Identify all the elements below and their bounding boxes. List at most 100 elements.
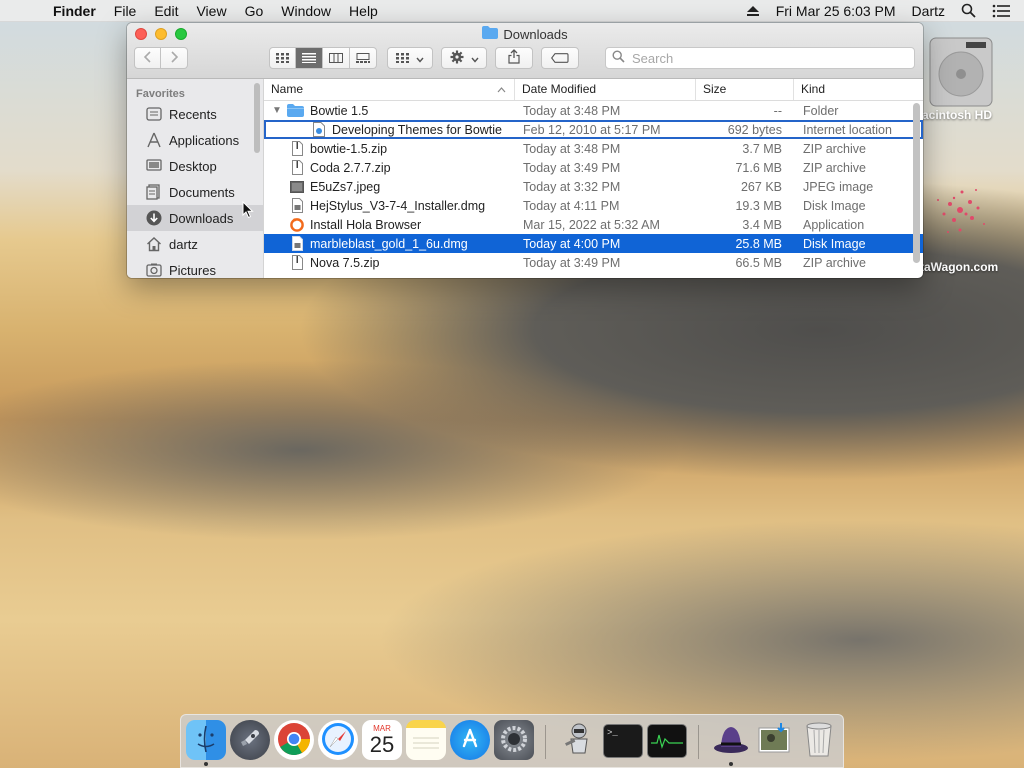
menu-window[interactable]: Window xyxy=(272,3,340,19)
notification-center-icon[interactable] xyxy=(984,4,1024,18)
group-by-button[interactable] xyxy=(387,47,433,69)
file-date: Today at 3:32 PM xyxy=(523,179,621,194)
dock-calendar[interactable]: MAR 25 xyxy=(362,720,402,760)
eject-icon[interactable] xyxy=(738,5,768,17)
desktop-image-item[interactable]: taWagon.com xyxy=(920,174,1024,274)
file-row-bowtie-zip[interactable]: bowtie-1.5.zip Today at 3:48 PM 3.7 MB Z… xyxy=(264,139,923,158)
tag-icon xyxy=(551,51,569,66)
dock-chrome[interactable] xyxy=(274,720,314,760)
dock-app-store[interactable] xyxy=(450,720,490,760)
robot-icon xyxy=(561,721,597,760)
file-kind: Folder xyxy=(803,103,839,118)
finder-window: Downloads Search Favorites Recents Appli… xyxy=(127,23,923,278)
column-size[interactable]: Size xyxy=(696,79,794,100)
dock-trash[interactable] xyxy=(799,720,839,760)
chevron-left-icon xyxy=(143,50,152,66)
sidebar-item-pictures[interactable]: Pictures xyxy=(127,257,263,278)
menu-view[interactable]: View xyxy=(187,3,235,19)
sidebar-item-label: Desktop xyxy=(169,158,217,174)
file-name: bowtie-1.5.zip xyxy=(310,141,388,156)
search-icon xyxy=(612,50,625,66)
file-row-nova-zip[interactable]: Nova 7.5.zip Today at 3:49 PM 66.5 MB ZI… xyxy=(264,253,923,272)
file-row-jpeg[interactable]: E5uZs7.jpeg Today at 3:32 PM 267 KB JPEG… xyxy=(264,177,923,196)
column-kind-label: Kind xyxy=(801,82,826,96)
column-view-button[interactable] xyxy=(323,47,350,69)
sidebar-scrollbar[interactable] xyxy=(254,83,260,153)
file-name: Developing Themes for Bowtie xyxy=(332,122,502,137)
dock-automator[interactable] xyxy=(559,720,599,760)
file-row-hola-browser[interactable]: Install Hola Browser Mar 15, 2022 at 5:3… xyxy=(264,215,923,234)
sidebar-item-dartz[interactable]: dartz xyxy=(127,231,263,257)
dock-activity-monitor[interactable] xyxy=(647,724,687,758)
image-file-icon xyxy=(290,179,304,195)
documents-icon xyxy=(145,183,163,201)
dock-launchpad[interactable] xyxy=(230,720,270,760)
gallery-view-button[interactable] xyxy=(350,47,377,69)
menu-user[interactable]: Dartz xyxy=(904,3,953,19)
hat-icon xyxy=(712,720,750,761)
sidebar-item-recents[interactable]: Recents xyxy=(127,101,263,127)
menu-app-name[interactable]: Finder xyxy=(44,3,105,19)
watermark-label: taWagon.com xyxy=(920,260,999,274)
file-row-marbleblast-dmg[interactable]: marbleblast_gold_1_6u.dmg Today at 4:00 … xyxy=(264,234,923,253)
dock-terminal[interactable]: >_ xyxy=(603,724,643,758)
column-name[interactable]: Name xyxy=(264,79,515,100)
file-date: Today at 3:48 PM xyxy=(523,141,621,156)
dock-finder[interactable] xyxy=(186,720,226,766)
forward-button[interactable] xyxy=(161,47,188,69)
internet-location-icon xyxy=(312,122,326,138)
file-date: Today at 3:48 PM xyxy=(523,103,621,118)
menu-edit[interactable]: Edit xyxy=(145,3,187,19)
icon-view-button[interactable] xyxy=(269,47,296,69)
dock-safari[interactable] xyxy=(318,720,358,760)
dock-preview[interactable] xyxy=(755,720,795,760)
file-row-developing-themes[interactable]: Developing Themes for Bowtie Feb 12, 201… xyxy=(264,120,923,139)
finder-face-icon xyxy=(191,724,221,757)
title-folder-icon xyxy=(482,26,499,42)
menu-clock[interactable]: Fri Mar 25 6:03 PM xyxy=(768,3,904,19)
disclosure-triangle-icon[interactable]: ▼ xyxy=(272,105,286,116)
file-list: Name Date Modified Size Kind ▼ Bowtie 1.… xyxy=(264,79,923,278)
search-field[interactable] xyxy=(605,47,915,69)
tags-button[interactable] xyxy=(541,47,579,69)
file-size: 3.7 MB xyxy=(742,141,782,156)
calendar-day: 25 xyxy=(369,731,395,757)
safari-compass-icon xyxy=(321,722,355,759)
gear-icon xyxy=(499,724,529,757)
chrome-icon xyxy=(277,722,311,759)
sidebar-item-applications[interactable]: Applications xyxy=(127,127,263,153)
disk-image-icon xyxy=(290,236,304,252)
dock-notes[interactable] xyxy=(406,720,446,760)
chevron-right-icon xyxy=(170,50,179,66)
menu-help[interactable]: Help xyxy=(340,3,387,19)
file-size: 267 KB xyxy=(740,179,782,194)
running-indicator xyxy=(204,762,208,766)
file-row-coda-zip[interactable]: Coda 2.7.7.zip Today at 3:49 PM 71.6 MB … xyxy=(264,158,923,177)
dock-alfred[interactable] xyxy=(711,720,751,766)
file-date: Today at 3:49 PM xyxy=(523,255,621,270)
file-name: Nova 7.5.zip xyxy=(310,255,380,270)
toolbar xyxy=(127,47,923,71)
list-view-button[interactable] xyxy=(296,47,323,69)
search-input[interactable] xyxy=(630,49,904,67)
file-kind: Application xyxy=(803,217,865,232)
share-button[interactable] xyxy=(495,47,533,69)
column-kind[interactable]: Kind xyxy=(794,79,909,100)
menu-file[interactable]: File xyxy=(105,3,146,19)
desktop-disk-item[interactable]: acintosh HD xyxy=(920,36,1024,122)
column-date[interactable]: Date Modified xyxy=(515,79,696,100)
chevron-down-icon xyxy=(470,51,479,66)
file-row-hejstylus-dmg[interactable]: HejStylus_V3-7-4_Installer.dmg Today at … xyxy=(264,196,923,215)
chevron-down-icon xyxy=(416,51,424,66)
spotlight-icon[interactable] xyxy=(953,3,984,18)
column-header: Name Date Modified Size Kind xyxy=(264,79,923,101)
file-name: marbleblast_gold_1_6u.dmg xyxy=(310,236,468,251)
file-size: 71.6 MB xyxy=(735,160,782,175)
menu-go[interactable]: Go xyxy=(236,3,273,19)
sidebar-item-desktop[interactable]: Desktop xyxy=(127,153,263,179)
back-button[interactable] xyxy=(134,47,161,69)
file-list-scrollbar[interactable] xyxy=(913,103,920,263)
action-menu-button[interactable] xyxy=(441,47,487,69)
file-row-bowtie-folder[interactable]: ▼ Bowtie 1.5 Today at 3:48 PM -- Folder xyxy=(264,101,923,120)
dock-system-preferences[interactable] xyxy=(494,720,534,760)
